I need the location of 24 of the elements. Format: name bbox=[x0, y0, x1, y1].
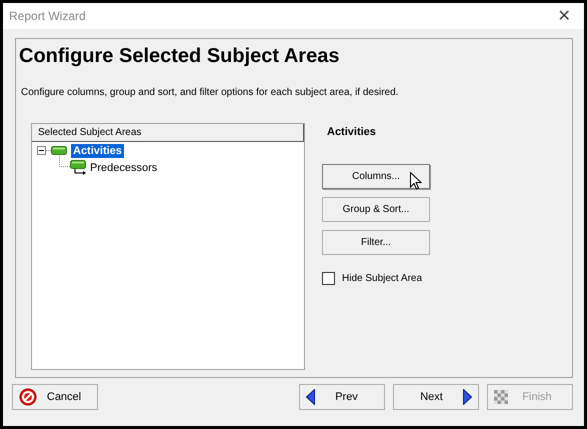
linked-table-icon bbox=[70, 160, 88, 175]
column-header[interactable]: Selected Subject Areas bbox=[32, 124, 304, 142]
checkbox[interactable] bbox=[322, 272, 335, 285]
option-button[interactable]: Columns... bbox=[322, 164, 430, 189]
window-title: Report Wizard bbox=[9, 9, 86, 23]
tree-item[interactable]: Predecessors bbox=[88, 160, 160, 174]
close-button[interactable]: ✕ bbox=[544, 3, 584, 29]
table-icon bbox=[51, 146, 67, 155]
checkered-flag-icon bbox=[494, 390, 508, 404]
prev-button[interactable]: Prev bbox=[299, 384, 385, 410]
cancel-button[interactable]: Cancel bbox=[12, 384, 98, 410]
option-button[interactable]: Filter... bbox=[322, 230, 430, 255]
next-button[interactable]: Next bbox=[393, 384, 479, 410]
option-button[interactable]: Group & Sort... bbox=[322, 197, 430, 222]
subject-title: Activities bbox=[327, 126, 377, 138]
checkbox-label: Hide Subject Area bbox=[342, 273, 422, 284]
page-heading: Configure Selected Subject Areas bbox=[19, 45, 340, 68]
cursor-icon bbox=[410, 172, 422, 190]
no-entry-icon bbox=[19, 388, 37, 406]
collapse-icon[interactable] bbox=[37, 146, 46, 155]
description-text: Configure columns, group and sort, and filter options for each subject area, if desired. bbox=[21, 87, 400, 98]
right-arrow-icon bbox=[463, 389, 472, 405]
left-arrow-icon bbox=[306, 389, 315, 405]
tree-item[interactable]: Activities bbox=[71, 144, 124, 158]
